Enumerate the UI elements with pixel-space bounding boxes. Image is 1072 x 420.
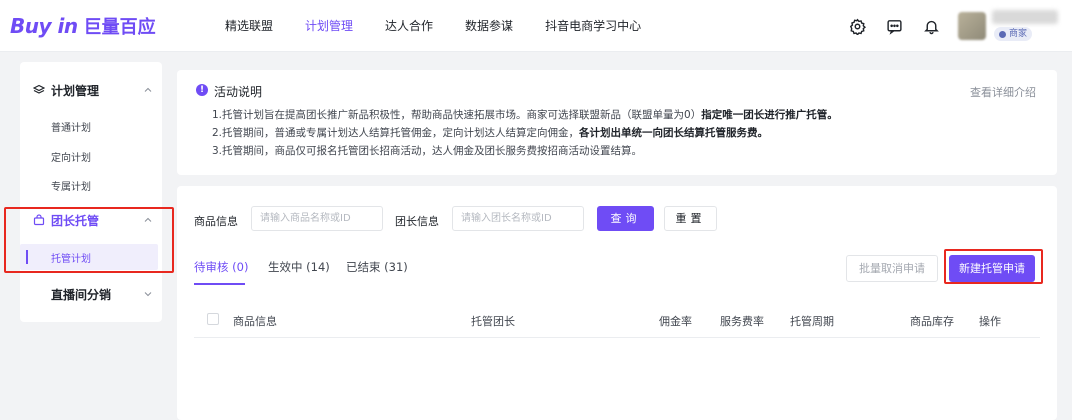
sidebar-group-plan-management[interactable]: 计划管理 [20,75,162,105]
shop-role-badge: 商家 [994,27,1033,41]
nav-item-plan-management[interactable]: 计划管理 [305,0,353,52]
tab-pending-review[interactable]: 待审核 (0) [194,259,248,275]
bell-icon[interactable] [922,17,940,35]
tab-active[interactable]: 生效中 (14) [268,259,330,275]
main-nav: 精选联盟 计划管理 达人合作 数据参谋 抖音电商学习中心 [225,0,673,52]
sidebar-item-exclusive-plan[interactable]: 专属计划 [51,178,91,193]
top-icon-group [848,17,959,35]
shopping-bag-icon [33,214,45,226]
product-info-label: 商品信息 [194,215,238,228]
activity-notice-panel: ! 活动说明 查看详细介绍 1.托管计划旨在提高团长推广新品积极性，帮助商品快速… [177,70,1057,175]
column-hosting-period: 托管周期 [790,315,834,328]
nav-item-data-advisor[interactable]: 数据参谋 [465,0,513,52]
settings-icon[interactable] [848,17,866,35]
logo-text: Buy in [10,14,78,38]
sidebar-group-label: 团长托管 [51,213,100,228]
top-navbar: Buy in 巨量百应 精选联盟 计划管理 达人合作 数据参谋 抖音电商学习中心… [0,0,1072,52]
sidebar-group-leader-hosting[interactable]: 团长托管 [20,205,162,235]
sidebar-group-label: 计划管理 [51,83,100,98]
notice-line-2-text: 2.托管期间，普通或专属计划达人结算托管佣金，定向计划达人结算定向佣金， [212,127,580,139]
chevron-down-icon [144,292,152,297]
notice-line-1-emphasis: 指定唯一团长进行推广托管。 [701,109,838,121]
view-details-link[interactable]: 查看详细介绍 [970,84,1036,100]
notice-title: 活动说明 [214,85,263,99]
store-icon [999,30,1006,38]
batch-cancel-button[interactable]: 批量取消申请 [846,255,938,282]
reset-button[interactable]: 重置 [664,206,717,231]
select-all-checkbox[interactable] [207,313,219,325]
column-product-info: 商品信息 [233,315,277,328]
buyin-logo[interactable]: Buy in 巨量百应 [10,12,156,40]
sidebar-group-live-distribution[interactable]: 直播间分销 [20,279,162,309]
notice-line-3: 3.托管期间，商品仅可报名托管团长招商活动，达人佣金及团长服务费按招商活动设置结… [212,145,643,157]
shop-role-label: 商家 [1009,29,1028,39]
logo-subtitle: 巨量百应 [83,17,156,38]
notice-line-1: 1.托管计划旨在提高团长推广新品积极性，帮助商品快速拓展市场。商家可选择联盟新品… [212,107,838,122]
sidebar-item-normal-plan[interactable]: 普通计划 [51,119,91,134]
info-icon: ! [196,84,208,96]
message-icon[interactable] [885,17,903,35]
leader-search-input[interactable] [452,206,584,231]
tab-ended[interactable]: 已结束 (31) [346,259,408,275]
user-name-blurred [992,10,1058,24]
column-hosting-leader: 托管团长 [471,315,515,328]
column-actions: 操作 [979,315,1001,328]
sidebar-active-indicator [26,250,28,264]
new-hosting-request-button[interactable]: 新建托管申请 [949,255,1035,282]
column-service-fee-rate: 服务费率 [720,315,764,328]
product-search-input[interactable] [251,206,383,231]
tab-active-underline [194,283,245,285]
layers-icon [33,84,45,94]
nav-item-selected-alliance[interactable]: 精选联盟 [225,0,273,52]
sidebar-item-hosting-plan[interactable]: 托管计划 [51,250,91,265]
notice-line-2: 2.托管期间，普通或专属计划达人结算托管佣金，定向计划达人结算定向佣金，各计划出… [212,125,768,140]
column-product-stock: 商品库存 [910,315,954,328]
avatar[interactable] [958,12,986,40]
notice-line-2-emphasis: 各计划出单统一向团长结算托管服务费。 [579,127,769,139]
leader-info-label: 团长信息 [395,215,439,228]
sidebar-item-targeted-plan[interactable]: 定向计划 [51,149,91,164]
table-header: 商品信息 托管团长 佣金率 服务费率 托管周期 商品库存 操作 [194,302,1040,338]
hosting-plan-panel: 商品信息 团长信息 查询 重置 待审核 (0) 生效中 (14) 已结束 (31… [177,186,1057,420]
sidebar-group-label: 直播间分销 [51,287,112,302]
nav-item-creator-cooperation[interactable]: 达人合作 [385,0,433,52]
notice-line-1-text: 1.托管计划旨在提高团长推广新品积极性，帮助商品快速拓展市场。商家可选择联盟新品… [212,109,702,121]
chevron-up-icon [144,87,152,92]
sidebar: 计划管理 普通计划 定向计划 专属计划 团长托管 托管计划 直播间分销 [20,62,162,322]
query-button[interactable]: 查询 [597,206,654,231]
nav-item-learning-center[interactable]: 抖音电商学习中心 [545,0,641,52]
column-commission-rate: 佣金率 [659,315,692,328]
chevron-up-icon [144,217,152,222]
